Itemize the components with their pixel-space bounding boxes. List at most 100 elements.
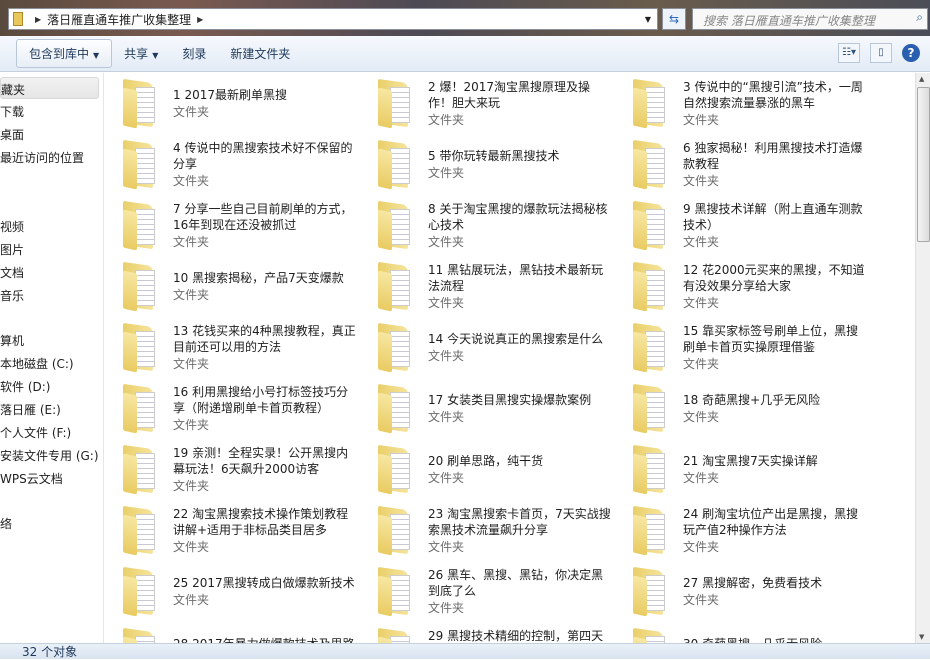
nav-item[interactable]: 本地磁盘 (C:) <box>0 355 74 372</box>
folder-type: 文件夹 <box>683 408 868 426</box>
folder-item[interactable]: 26 黑车、黑搜、黑钻，你决定黑到底了么文件夹 <box>360 563 610 621</box>
folder-item[interactable]: 18 奇葩黑搜+几乎无风险文件夹 <box>615 380 865 438</box>
nav-item[interactable]: 络 <box>0 515 12 532</box>
scroll-up-icon[interactable]: ▲ <box>919 75 924 83</box>
folder-name: 20 刷单思路，纯干货 <box>428 453 613 469</box>
folder-icon <box>633 203 667 249</box>
folder-type: 文件夹 <box>428 599 613 617</box>
help-icon[interactable]: ? <box>902 44 920 62</box>
search-icon[interactable]: ⌕ <box>916 10 923 25</box>
folder-item[interactable]: 22 淘宝黑搜索技术操作策划教程讲解+适用于非标品类目居多文件夹 <box>105 502 355 560</box>
nav-item[interactable]: 视频 <box>0 218 24 235</box>
breadcrumb-current[interactable]: 落日雁直通车推广收集整理 <box>47 11 191 28</box>
folder-name: 4 传说中的黑搜索技术好不保留的分享 <box>173 140 358 172</box>
scrollbar-thumb[interactable] <box>917 87 930 242</box>
folder-type: 文件夹 <box>683 469 868 487</box>
folder-type: 文件夹 <box>683 294 868 312</box>
folder-item[interactable]: 7 分享一些自己目前刷单的方式，16年到现在还没被抓过文件夹 <box>105 197 355 255</box>
new-folder-button[interactable]: 新建文件夹 <box>218 40 302 67</box>
nav-item[interactable]: 下载 <box>0 103 24 120</box>
folder-name: 27 黑搜解密，免费看技术 <box>683 575 868 591</box>
folder-item[interactable]: 27 黑搜解密，免费看技术文件夹 <box>615 563 865 621</box>
preview-pane-icon[interactable]: ▯ <box>870 43 892 63</box>
folder-item[interactable]: 21 淘宝黑搜7天实操详解文件夹 <box>615 441 865 499</box>
nav-item[interactable]: 最近访问的位置 <box>0 149 84 166</box>
folder-name: 19 亲测！全程实录！公开黑搜内幕玩法！6天飙升2000访客 <box>173 445 358 477</box>
folder-item[interactable]: 14 今天说说真正的黑搜索是什么文件夹 <box>360 319 610 377</box>
folder-item[interactable]: 19 亲测！全程实录！公开黑搜内幕玩法！6天飙升2000访客文件夹 <box>105 441 355 499</box>
scroll-down-icon[interactable]: ▼ <box>919 633 924 641</box>
burn-button[interactable]: 刻录 <box>170 40 218 67</box>
refresh-button[interactable]: ⇆ <box>662 8 686 30</box>
folder-name: 17 女装类目黑搜实操爆款案例 <box>428 392 613 408</box>
folder-item[interactable]: 8 关于淘宝黑搜的爆款玩法揭秘核心技术文件夹 <box>360 197 610 255</box>
nav-item[interactable]: 软件 (D:) <box>0 378 50 395</box>
folder-icon <box>633 81 667 127</box>
folder-item[interactable]: 28 2017年暴力做爆款技术及思路文件夹 <box>105 624 355 643</box>
folder-name: 22 淘宝黑搜索技术操作策划教程讲解+适用于非标品类目居多 <box>173 506 358 538</box>
folder-name: 21 淘宝黑搜7天实操详解 <box>683 453 868 469</box>
folder-item[interactable]: 11 黑钻展玩法，黑钻技术最新玩法流程文件夹 <box>360 258 610 316</box>
nav-item[interactable]: 桌面 <box>0 126 24 143</box>
include-in-library-button[interactable]: 包含到库中▼ <box>16 39 112 68</box>
vertical-scrollbar[interactable]: ▲ ▼ <box>915 73 930 643</box>
folder-name: 7 分享一些自己目前刷单的方式，16年到现在还没被抓过 <box>173 201 358 233</box>
nav-item[interactable]: 藏夹 <box>0 77 99 99</box>
folder-item[interactable]: 4 传说中的黑搜索技术好不保留的分享文件夹 <box>105 136 355 194</box>
folder-name: 28 2017年暴力做爆款技术及思路 <box>173 636 358 643</box>
folder-name: 8 关于淘宝黑搜的爆款玩法揭秘核心技术 <box>428 201 613 233</box>
nav-item[interactable]: 个人文件 (F:) <box>0 424 71 441</box>
folder-item[interactable]: 23 淘宝黑搜索卡首页，7天实战搜索黑技术流量飙升分享文件夹 <box>360 502 610 560</box>
folder-type: 文件夹 <box>173 233 358 251</box>
nav-item[interactable]: 文档 <box>0 264 24 281</box>
nav-item[interactable]: 音乐 <box>0 287 24 304</box>
folder-item[interactable]: 16 利用黑搜给小号打标签技巧分享（附递增刷单卡首页教程）文件夹 <box>105 380 355 438</box>
folder-item[interactable]: 12 花2000元买来的黑搜，不知道有没效果分享给大家文件夹 <box>615 258 865 316</box>
folder-item[interactable]: 13 花钱买来的4种黑搜教程，真正目前还可以用的方法文件夹 <box>105 319 355 377</box>
folder-icon <box>378 569 412 615</box>
dropdown-arrow-icon: ▼ <box>93 51 99 60</box>
folder-icon <box>378 630 412 643</box>
folder-item[interactable]: 6 独家揭秘！利用黑搜技术打造爆款教程文件夹 <box>615 136 865 194</box>
folder-item[interactable]: 10 黑搜索揭秘，产品7天变爆款文件夹 <box>105 258 355 316</box>
folder-icon <box>633 569 667 615</box>
folder-type: 文件夹 <box>683 172 868 190</box>
folder-icon <box>123 81 157 127</box>
folder-item[interactable]: 30 奇葩黑搜，几乎无风险文件夹 <box>615 624 865 643</box>
nav-item[interactable]: WPS云文档 <box>0 470 63 487</box>
folder-item[interactable]: 20 刷单思路，纯干货文件夹 <box>360 441 610 499</box>
folder-name: 15 靠买家标签号刷单上位，黑搜刷单卡首页实操原理借鉴 <box>683 323 868 355</box>
view-options-icon[interactable]: ☷▾ <box>838 43 860 63</box>
search-input[interactable]: 搜索 落日雁直通车推广收集整理⌕ <box>692 8 928 30</box>
folder-type: 文件夹 <box>173 591 358 609</box>
folder-item[interactable]: 29 黑搜技术精细的控制，第四天第文件夹 <box>360 624 610 643</box>
folder-item[interactable]: 17 女装类目黑搜实操爆款案例文件夹 <box>360 380 610 438</box>
share-button[interactable]: 共享▼ <box>112 40 170 67</box>
folder-item[interactable]: 5 带你玩转最新黑搜技术文件夹 <box>360 136 610 194</box>
title-bar: ▶ 落日雁直通车推广收集整理 ▶ ▼ ⇆ 搜索 落日雁直通车推广收集整理⌕ <box>0 0 930 36</box>
folder-item[interactable]: 15 靠买家标签号刷单上位，黑搜刷单卡首页实操原理借鉴文件夹 <box>615 319 865 377</box>
address-bar[interactable]: ▶ 落日雁直通车推广收集整理 ▶ ▼ <box>8 8 658 30</box>
folder-item[interactable]: 25 2017黑搜转成白做爆款新技术文件夹 <box>105 563 355 621</box>
folder-type: 文件夹 <box>428 469 613 487</box>
folder-icon <box>123 203 157 249</box>
nav-item[interactable]: 落日雁 (E:) <box>0 401 61 418</box>
folder-item[interactable]: 9 黑搜技术详解（附上直通车测款技术）文件夹 <box>615 197 865 255</box>
folder-item[interactable]: 2 爆！2017淘宝黑搜原理及操作！胆大来玩文件夹 <box>360 75 610 133</box>
folder-name: 29 黑搜技术精细的控制，第四天第 <box>428 628 613 643</box>
nav-item[interactable]: 图片 <box>0 241 24 258</box>
chevron-down-icon[interactable]: ▼ <box>645 15 651 24</box>
status-bar: 32 个对象 <box>0 643 930 659</box>
folder-name: 25 2017黑搜转成白做爆款新技术 <box>173 575 358 591</box>
folder-name: 12 花2000元买来的黑搜，不知道有没效果分享给大家 <box>683 262 868 294</box>
chevron-right-icon[interactable]: ▶ <box>197 15 203 24</box>
folder-item[interactable]: 1 2017最新刷单黑搜文件夹 <box>105 75 355 133</box>
chevron-right-icon[interactable]: ▶ <box>35 15 41 24</box>
nav-item[interactable]: 算机 <box>0 332 24 349</box>
folder-icon <box>378 203 412 249</box>
share-label: 共享 <box>124 47 148 61</box>
folder-item[interactable]: 3 传说中的“黑搜引流”技术，一周自然搜索流量暴涨的黑车文件夹 <box>615 75 865 133</box>
nav-item[interactable]: 安装文件专用 (G:) <box>0 447 99 464</box>
folder-item[interactable]: 24 刷淘宝坑位产出是黑搜，黑搜玩产值2种操作方法文件夹 <box>615 502 865 560</box>
folder-name: 13 花钱买来的4种黑搜教程，真正目前还可以用的方法 <box>173 323 358 355</box>
